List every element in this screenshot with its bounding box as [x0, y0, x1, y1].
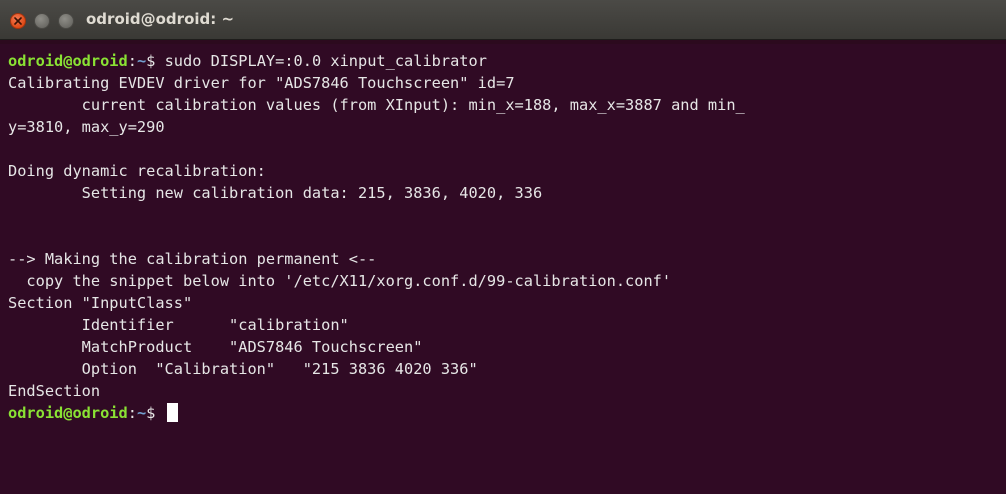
output-line: MatchProduct "ADS7846 Touchscreen": [8, 338, 423, 356]
prompt-line: odroid@odroid:~$: [8, 402, 1006, 424]
output-line: Identifier "calibration": [8, 316, 349, 334]
output-line: copy the snippet below into '/etc/X11/xo…: [8, 272, 672, 290]
output-line: --> Making the calibration permanent <--: [8, 250, 377, 268]
output-line: Calibrating EVDEV driver for "ADS7846 To…: [8, 74, 515, 92]
terminal-window: odroid@odroid: ~ odroid@odroid:~$ sudo D…: [0, 0, 1006, 494]
maximize-icon[interactable]: [58, 13, 74, 29]
command-text: sudo DISPLAY=:0.0 xinput_calibrator: [155, 52, 487, 70]
prompt-path: ~: [136, 52, 147, 70]
output-line: Option "Calibration" "215 3836 4020 336": [8, 360, 478, 378]
terminal-output[interactable]: odroid@odroid:~$ sudo DISPLAY=:0.0 xinpu…: [0, 44, 1006, 494]
prompt-user: odroid@odroid: [8, 52, 128, 70]
prompt-path: ~: [136, 404, 147, 422]
prompt-dollar: $: [146, 52, 156, 70]
output-line: EndSection: [8, 382, 101, 400]
command-line: odroid@odroid:~$ sudo DISPLAY=:0.0 xinpu…: [8, 50, 1006, 72]
title-bar[interactable]: odroid@odroid: ~: [0, 0, 1006, 40]
output-line: Doing dynamic recalibration:: [8, 162, 266, 180]
output-line: current calibration values (from XInput)…: [8, 96, 745, 114]
prompt-colon: :: [127, 404, 137, 422]
close-icon[interactable]: [10, 13, 26, 29]
output-line: Section "InputClass": [8, 294, 193, 312]
output-line: y=3810, max_y=290: [8, 118, 165, 136]
text-cursor: [166, 403, 178, 422]
window-title: odroid@odroid: ~: [86, 10, 235, 28]
prompt-user: odroid@odroid: [8, 404, 128, 422]
prompt-dollar: $: [146, 404, 156, 422]
output-line: Setting new calibration data: 215, 3836,…: [8, 184, 543, 202]
minimize-icon[interactable]: [34, 13, 50, 29]
prompt-colon: :: [127, 52, 137, 70]
